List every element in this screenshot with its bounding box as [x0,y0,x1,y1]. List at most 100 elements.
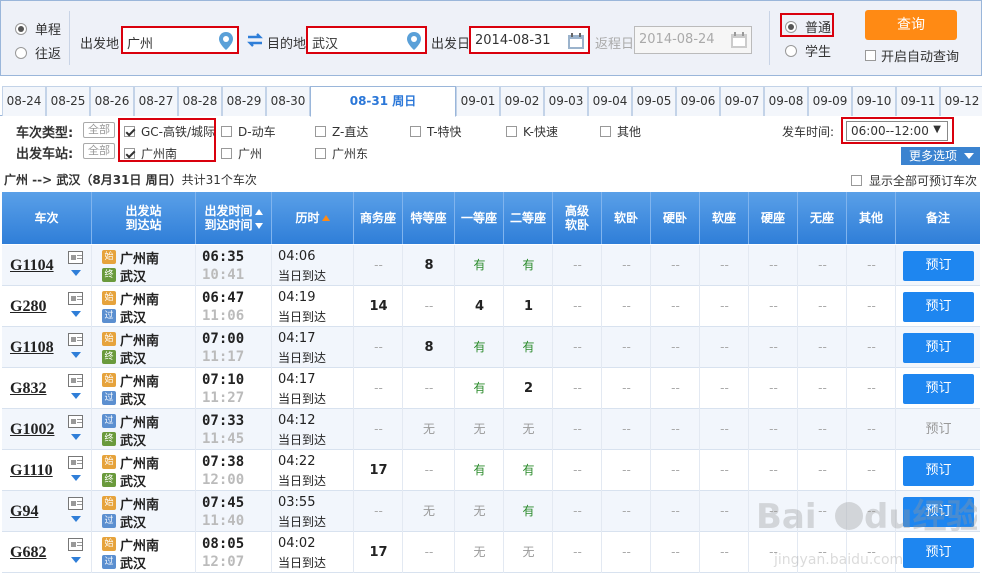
calendar-icon[interactable] [730,31,748,49]
more-options-button[interactable]: 更多选项 [901,147,980,165]
train-info-icon[interactable] [68,415,83,428]
book-button[interactable]: 预订 [903,251,974,281]
date-tab[interactable]: 09-09 [808,86,852,116]
date-tab[interactable]: 08-30 [266,86,310,116]
guangzhoudong-checkbox[interactable] [315,148,326,159]
passenger-type-adult[interactable]: 普通 [785,17,831,36]
trip-type-roundtrip[interactable]: 往返 [15,43,61,62]
passenger-type-student[interactable]: 学生 [785,41,831,60]
date-tab[interactable]: 09-12 [940,86,982,116]
sort-down-icon[interactable] [254,222,263,229]
chevron-down-icon[interactable] [71,352,81,358]
book-button[interactable]: 预订 [903,538,974,568]
date-tab[interactable]: 08-31 周日 [310,86,456,117]
book-button[interactable]: 预订 [903,374,974,404]
chevron-down-icon[interactable] [71,270,81,276]
filter-station-guangzhou[interactable]: 广州 [221,145,262,162]
chevron-down-icon[interactable] [71,311,81,317]
student-radio[interactable] [785,44,797,57]
date-tab[interactable]: 08-26 [90,86,134,116]
guangzhou-checkbox[interactable] [221,148,232,159]
train-number-link[interactable]: G1104 [10,257,54,275]
sort-up-icon[interactable] [254,208,263,215]
train-number-link[interactable]: G280 [10,298,46,316]
date-tab[interactable]: 09-11 [896,86,940,116]
train-info-icon[interactable] [68,292,83,305]
date-tab[interactable]: 09-01 [456,86,500,116]
date-tab[interactable]: 08-28 [178,86,222,116]
train-number-link[interactable]: G1110 [10,462,53,480]
date-tab[interactable]: 09-04 [588,86,632,116]
location-pin-icon[interactable] [219,32,233,50]
train-number-link[interactable]: G94 [10,503,38,521]
date-tab[interactable]: 09-05 [632,86,676,116]
train-info-icon[interactable] [68,333,83,346]
date-tab[interactable]: 08-24 [2,86,46,116]
roundtrip-radio[interactable] [15,46,27,59]
query-button[interactable]: 查询 [865,10,957,40]
oneway-radio[interactable] [15,22,27,35]
filter-type-d[interactable]: D-动车 [221,123,276,140]
t-checkbox[interactable] [410,126,421,137]
date-tab[interactable]: 09-07 [720,86,764,116]
header-times[interactable]: 出发时间 到达时间 [196,192,272,244]
header-duration[interactable]: 历时 [272,192,354,244]
train-info-icon[interactable] [68,538,83,551]
train-number-link[interactable]: G1108 [10,339,54,357]
adult-radio[interactable] [785,20,797,33]
other-checkbox[interactable] [600,126,611,137]
train-number-link[interactable]: G1002 [10,421,54,439]
date-tab[interactable]: 09-02 [500,86,544,116]
filter-type-t[interactable]: T-特快 [410,123,462,140]
book-button[interactable]: 预订 [903,292,974,322]
date-tab[interactable]: 09-10 [852,86,896,116]
from-input[interactable]: 广州 [121,26,239,54]
book-button[interactable]: 预订 [903,333,974,363]
calendar-icon[interactable] [567,32,585,50]
date-tab[interactable]: 08-25 [46,86,90,116]
train-number-link[interactable]: G682 [10,544,46,562]
train-info-icon[interactable] [68,497,83,510]
train-type-all-button[interactable]: 全部 [83,122,115,138]
station-all-button[interactable]: 全部 [83,143,115,159]
auto-query-checkbox[interactable] [865,50,876,61]
trip-type-oneway[interactable]: 单程 [15,19,61,38]
date-tab[interactable]: 09-08 [764,86,808,116]
chevron-down-icon[interactable] [71,393,81,399]
filter-station-guangzhounan[interactable]: 广州南 [124,145,177,162]
sort-up-icon[interactable] [321,215,330,221]
filter-type-k[interactable]: K-快速 [506,123,558,140]
train-number-link[interactable]: G832 [10,380,46,398]
chevron-down-icon[interactable] [71,557,81,563]
gc-checkbox[interactable] [124,126,135,137]
filter-type-gc[interactable]: GC-高铁/城际 [124,123,215,140]
date-tab[interactable]: 09-03 [544,86,588,116]
train-info-icon[interactable] [68,374,83,387]
auto-query-toggle[interactable]: 开启自动查询 [865,46,959,65]
departure-time-select[interactable]: 06:00--12:00 ▼ [846,121,948,141]
show-all-toggle[interactable]: 显示全部可预订车次 [851,172,977,189]
guangzhounan-checkbox[interactable] [124,148,135,159]
filter-type-z[interactable]: Z-直达 [315,123,368,140]
z-checkbox[interactable] [315,126,326,137]
chevron-down-icon[interactable] [71,516,81,522]
filter-station-guangzhoudong[interactable]: 广州东 [315,145,368,162]
to-input[interactable]: 武汉 [306,26,427,54]
date-tab[interactable]: 08-29 [222,86,266,116]
train-info-icon[interactable] [68,251,83,264]
k-checkbox[interactable] [506,126,517,137]
train-info-icon[interactable] [68,456,83,469]
location-pin-icon[interactable] [407,32,421,50]
date-tab[interactable]: 08-27 [134,86,178,116]
book-button[interactable]: 预订 [903,497,974,527]
chevron-down-icon[interactable] [71,434,81,440]
d-checkbox[interactable] [221,126,232,137]
swap-icon[interactable] [246,31,264,49]
return-date-input[interactable]: 2014-08-24 [634,26,752,54]
depart-date-input[interactable]: 2014-08-31 [469,26,590,54]
show-all-checkbox[interactable] [851,175,862,186]
chevron-down-icon[interactable] [71,475,81,481]
date-tab[interactable]: 09-06 [676,86,720,116]
book-button[interactable]: 预订 [903,456,974,486]
filter-type-other[interactable]: 其他 [600,123,641,140]
